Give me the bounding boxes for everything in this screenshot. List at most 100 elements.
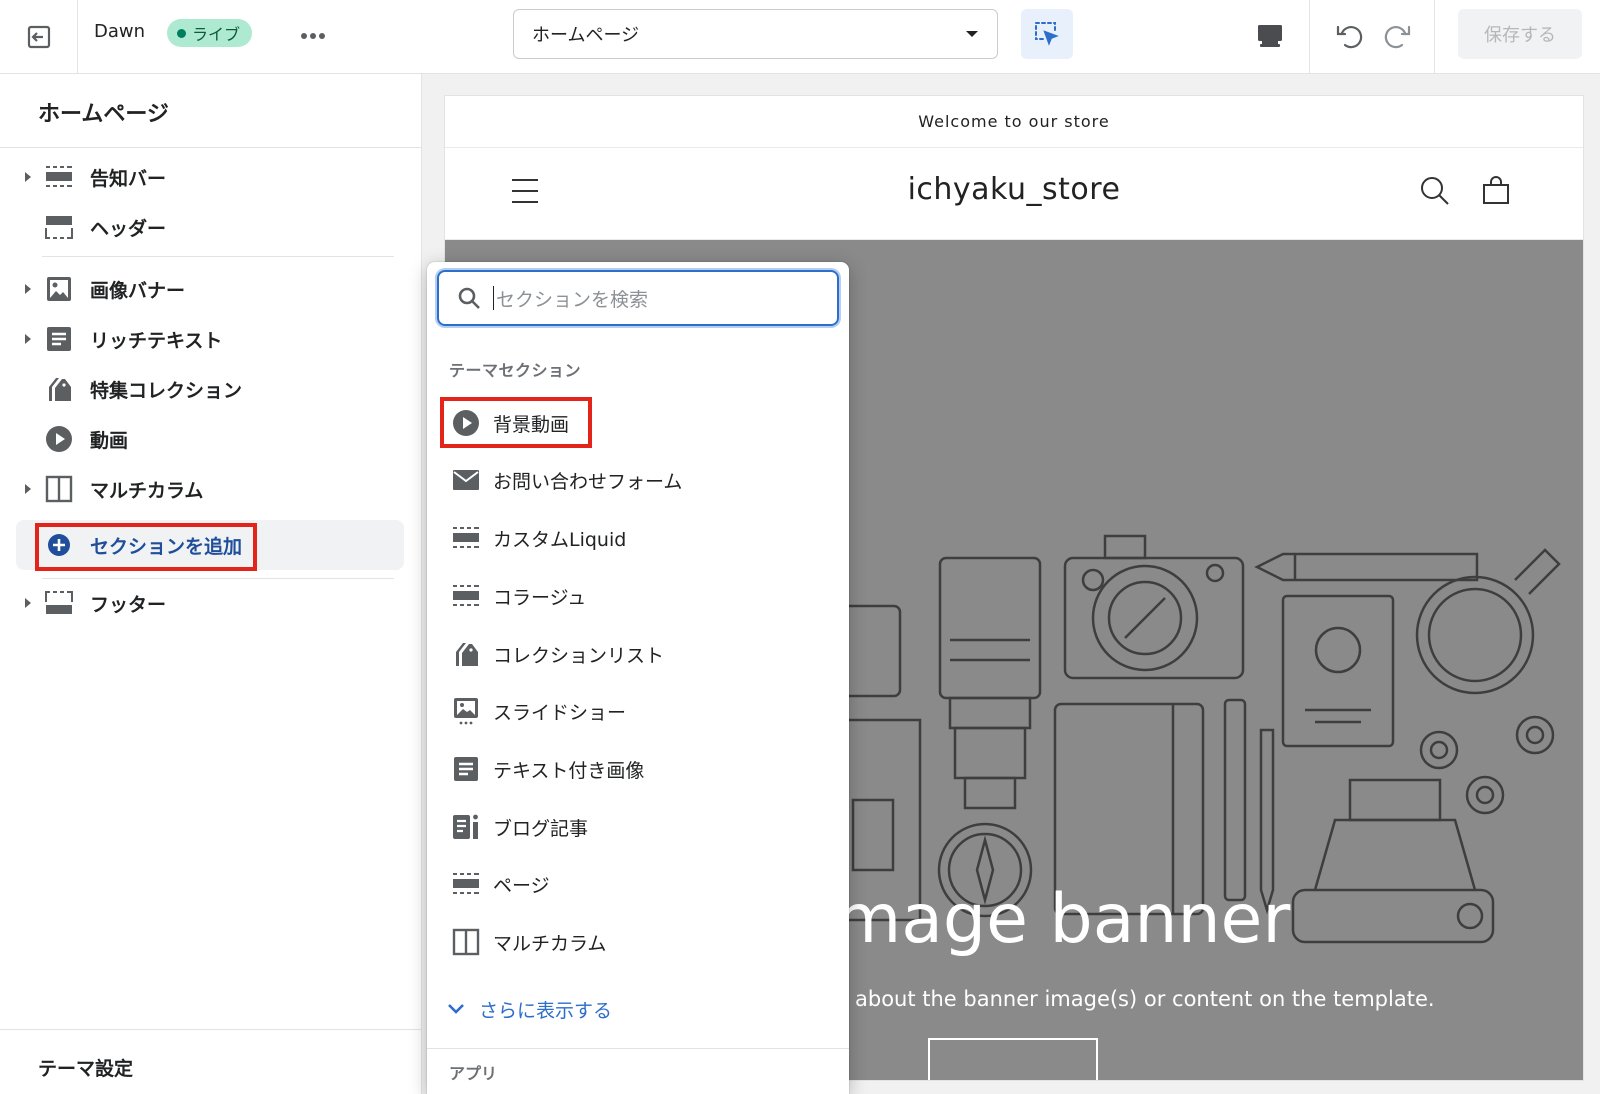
sidebar-item-image-banner[interactable]: 画像バナー <box>16 266 404 312</box>
sidebar-item-video[interactable]: 動画 <box>16 416 404 462</box>
section-option-multicolumn[interactable]: マルチカラム <box>439 917 837 967</box>
caret-right-icon[interactable] <box>16 171 40 183</box>
theme-sections-heading: テーマセクション <box>449 361 582 380</box>
sidebar-item-multicolumn[interactable]: マルチカラム <box>16 466 404 512</box>
columns-icon <box>451 927 481 957</box>
toolbar-divider <box>1309 0 1310 73</box>
sidebar-item-label: フッター <box>90 593 167 616</box>
collection-icon <box>451 639 481 669</box>
theme-name: Dawn <box>94 21 146 42</box>
caret-right-icon[interactable] <box>16 597 40 609</box>
divider <box>42 578 394 579</box>
blog-icon <box>451 812 481 842</box>
divider <box>42 256 394 257</box>
announcement-bar: Welcome to our store <box>445 96 1583 148</box>
section-option-label: カスタムLiquid <box>493 528 627 551</box>
sidebar-item-label: 告知バー <box>90 167 167 190</box>
sidebar-item-label: マルチカラム <box>90 479 204 502</box>
text-icon <box>42 324 76 354</box>
section-option-label: ページ <box>493 874 550 897</box>
play-icon <box>42 424 76 454</box>
highlight-box <box>35 523 257 571</box>
sidebar-item-footer[interactable]: フッター <box>16 580 404 626</box>
caret-right-icon[interactable] <box>16 333 40 345</box>
section-option-image-with-text[interactable]: テキスト付き画像 <box>439 744 837 794</box>
section-option-label: マルチカラム <box>493 932 607 955</box>
store-logo[interactable]: ichyaku_store <box>445 172 1583 207</box>
more-actions-button[interactable] <box>296 22 330 50</box>
divider <box>0 147 421 148</box>
section-search-input[interactable]: セクションを検索 <box>437 270 839 326</box>
sidebar-item-header[interactable]: ヘッダー <box>16 204 404 250</box>
header-icon <box>42 212 76 242</box>
sidebar-title: ホームページ <box>38 102 169 127</box>
sidebar-item-label: 画像バナー <box>90 279 186 302</box>
sidebar-item-label: 動画 <box>90 429 129 452</box>
theme-settings-link[interactable]: テーマ設定 <box>38 1054 133 1081</box>
search-icon[interactable] <box>1420 176 1450 206</box>
caret-right-icon[interactable] <box>16 283 40 295</box>
redo-button[interactable] <box>1376 14 1420 58</box>
divider <box>0 1029 421 1030</box>
chevron-down-icon <box>447 1003 465 1015</box>
inspector-icon <box>1033 20 1061 48</box>
announcement-bar-icon <box>42 162 76 192</box>
columns-icon <box>42 474 76 504</box>
redo-icon <box>1383 21 1413 51</box>
section-option-label: お問い合わせフォーム <box>493 470 683 493</box>
search-placeholder: セクションを検索 <box>496 288 649 311</box>
section-option-label: ブログ記事 <box>493 817 589 840</box>
section-option-blog-posts[interactable]: ブログ記事 <box>439 802 837 852</box>
sidebar-item-label: ヘッダー <box>90 217 167 240</box>
sidebar-item-rich-text[interactable]: リッチテキスト <box>16 316 404 362</box>
section-option-label: テキスト付き画像 <box>493 759 645 782</box>
section-icon <box>451 581 481 611</box>
banner-subtitle: about the banner image(s) or content on … <box>855 987 1435 1011</box>
section-option-collection-list[interactable]: コレクションリスト <box>439 629 837 679</box>
live-dot <box>177 28 186 38</box>
undo-button[interactable] <box>1327 14 1371 58</box>
section-icon <box>451 523 481 553</box>
apps-heading: アプリ <box>449 1064 498 1083</box>
exit-button[interactable] <box>0 0 78 73</box>
save-button[interactable]: 保存する <box>1458 9 1582 59</box>
store-header: ichyaku_store <box>445 148 1583 240</box>
section-option-contact-form[interactable]: お問い合わせフォーム <box>439 455 837 505</box>
search-icon <box>457 286 481 310</box>
text-icon <box>451 754 481 784</box>
page-select[interactable]: ホームページ <box>513 9 998 59</box>
highlight-box <box>440 397 592 448</box>
section-option-collage[interactable]: コラージュ <box>439 571 837 621</box>
section-option-custom-liquid[interactable]: カスタムLiquid <box>439 513 837 563</box>
sidebar-item-featured-collection[interactable]: 特集コレクション <box>16 366 404 412</box>
divider <box>427 1048 849 1049</box>
show-more-label: さらに表示する <box>479 999 613 1022</box>
collection-icon <box>42 374 76 404</box>
status-badge-label: ライブ <box>192 25 241 44</box>
sidebar-item-label: リッチテキスト <box>90 329 223 352</box>
section-option-label: コレクションリスト <box>493 644 665 667</box>
toolbar-divider <box>1434 0 1435 73</box>
caret-right-icon[interactable] <box>16 483 40 495</box>
inspector-button[interactable] <box>1021 9 1073 59</box>
show-more-button[interactable]: さらに表示する <box>441 989 612 1029</box>
section-icon <box>451 869 481 899</box>
desktop-view-button[interactable] <box>1248 14 1292 58</box>
cart-icon[interactable] <box>1481 176 1511 206</box>
announcement-text: Welcome to our store <box>918 112 1110 131</box>
add-section-popover: セクションを検索 テーマセクション 背景動画 お問い合わせフォーム カスタムLi… <box>427 262 849 1094</box>
slideshow-icon <box>451 696 481 726</box>
footer-icon <box>42 588 76 618</box>
banner-title: mage banner <box>835 880 1291 959</box>
status-badge: ライブ <box>167 19 253 47</box>
sidebar: ホームページ 告知バー ヘッダー 画像バナー リッチテキスト 特集コレクション … <box>0 74 422 1094</box>
section-option-slideshow[interactable]: スライドショー <box>439 686 837 736</box>
sidebar-item-announcement-bar[interactable]: 告知バー <box>16 154 404 200</box>
sidebar-item-label: 特集コレクション <box>90 379 243 402</box>
top-bar: Dawn ライブ ホームページ 保存する <box>0 0 1600 74</box>
section-option-page[interactable]: ページ <box>439 859 837 909</box>
exit-icon <box>26 24 52 50</box>
undo-icon <box>1334 21 1364 51</box>
banner-button[interactable] <box>928 1038 1098 1080</box>
desktop-icon <box>1256 23 1284 49</box>
